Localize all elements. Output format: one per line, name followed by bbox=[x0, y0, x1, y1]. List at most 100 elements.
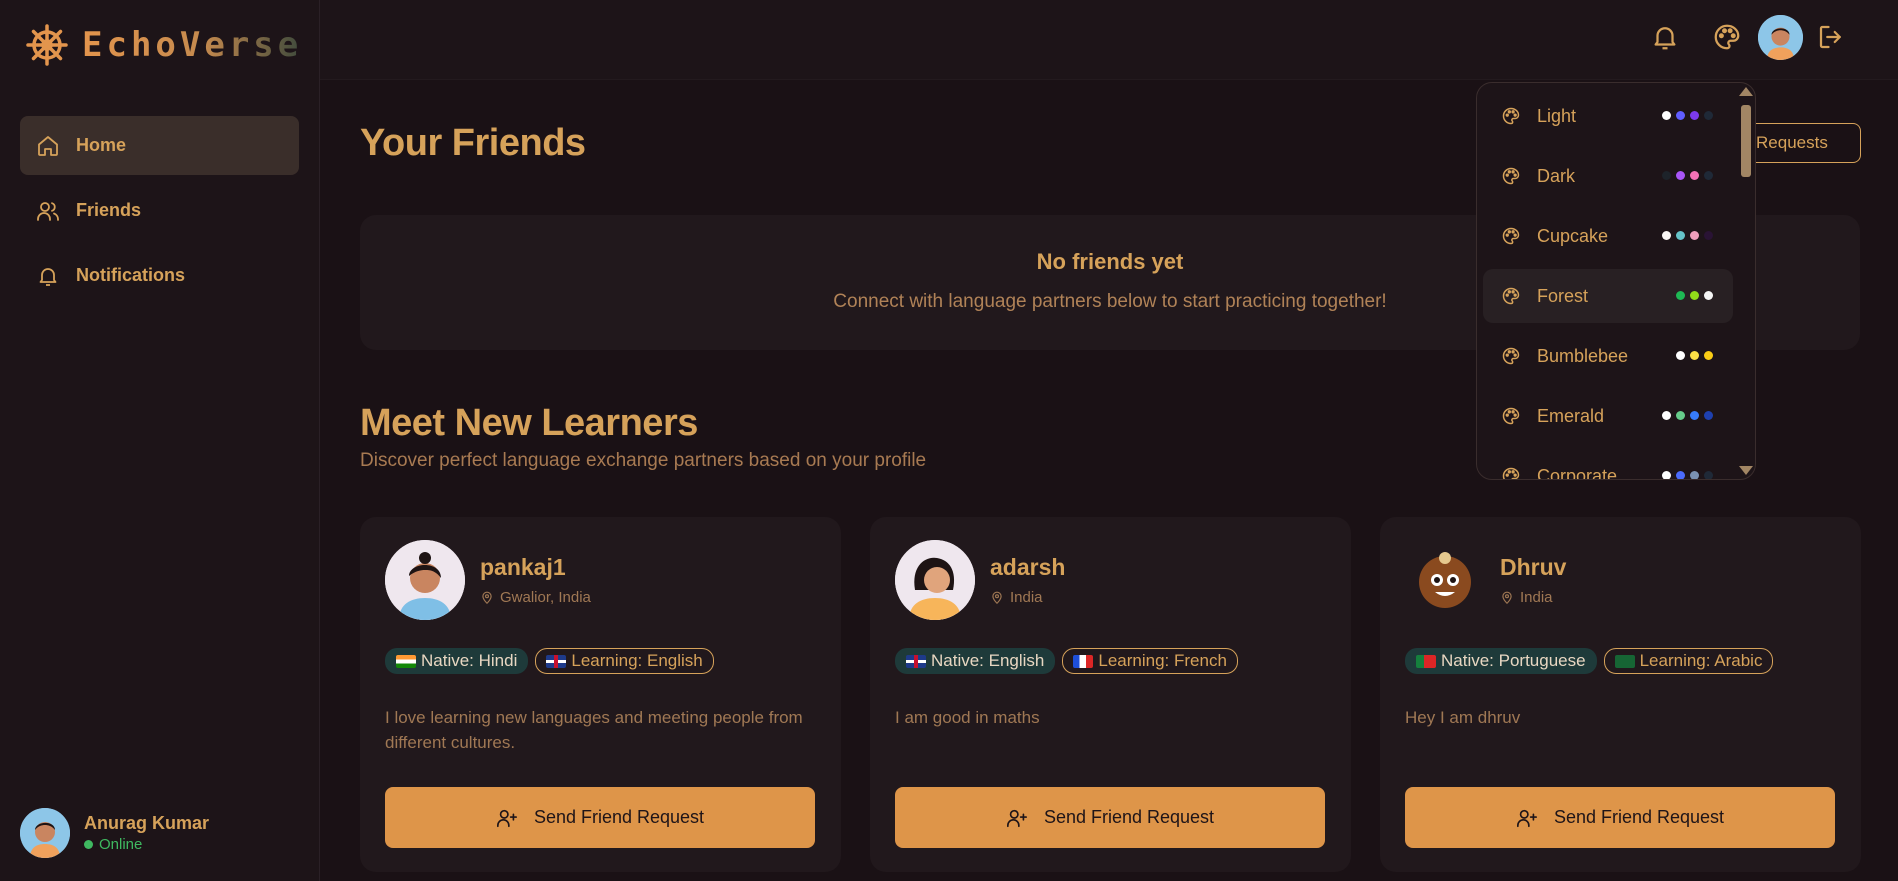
palette-icon bbox=[1502, 467, 1520, 479]
map-pin-icon bbox=[482, 591, 492, 604]
bell-icon[interactable] bbox=[1650, 22, 1680, 52]
sidebar: EchoVerse Home Friends Notifications Anu… bbox=[0, 0, 320, 881]
learner-bio: I love learning new languages and meetin… bbox=[385, 708, 803, 752]
learning-language-label: Learning: English bbox=[571, 651, 703, 670]
native-language-label: Native: English bbox=[931, 651, 1045, 670]
color-swatch bbox=[1676, 231, 1685, 240]
france-flag-icon bbox=[1073, 654, 1094, 668]
user-name: Anurag Kumar bbox=[84, 813, 210, 833]
theme-option-label: Dark bbox=[1537, 165, 1576, 186]
theme-option-dark[interactable]: Dark bbox=[1483, 149, 1733, 203]
send-friend-request-button[interactable]: Send Friend Request bbox=[895, 787, 1325, 848]
color-swatch bbox=[1676, 471, 1685, 479]
learning-language-badge: Learning: Arabic bbox=[1603, 648, 1774, 674]
theme-option-forest[interactable]: Forest bbox=[1483, 269, 1733, 323]
sidebar-item-notifications[interactable]: Notifications bbox=[20, 246, 299, 305]
current-user[interactable]: Anurag Kumar Online bbox=[20, 808, 209, 858]
theme-option-bumblebee[interactable]: Bumblebee bbox=[1483, 329, 1733, 383]
palette-icon bbox=[1502, 287, 1520, 305]
avatar bbox=[1405, 540, 1485, 620]
learner-location: Gwalior, India bbox=[480, 589, 591, 606]
palette-icon bbox=[1502, 107, 1520, 125]
color-swatch bbox=[1676, 411, 1685, 420]
palette-icon bbox=[1502, 407, 1520, 425]
color-swatch bbox=[1690, 291, 1699, 300]
scroll-down-arrow[interactable] bbox=[1739, 466, 1753, 475]
native-language-badge: Native: Hindi bbox=[385, 648, 529, 674]
color-swatch bbox=[1662, 111, 1671, 120]
scroll-up-arrow[interactable] bbox=[1739, 87, 1753, 96]
color-swatch bbox=[1704, 111, 1713, 120]
send-friend-request-button[interactable]: Send Friend Request bbox=[1405, 787, 1835, 848]
india-flag-icon bbox=[396, 654, 416, 668]
learner-location-label: India bbox=[1010, 589, 1043, 606]
sidebar-item-label: Home bbox=[76, 135, 127, 155]
color-swatch bbox=[1676, 291, 1685, 300]
color-swatch bbox=[1704, 291, 1713, 300]
brand[interactable]: EchoVerse bbox=[26, 24, 302, 66]
bell-icon bbox=[39, 267, 57, 286]
uk-flag-icon bbox=[906, 654, 926, 668]
color-swatch bbox=[1704, 171, 1713, 180]
color-swatch bbox=[1676, 351, 1685, 360]
sidebar-nav: Home Friends Notifications bbox=[20, 116, 299, 311]
language-badges: Native: English Learning: French bbox=[895, 648, 1238, 674]
theme-swatches bbox=[1662, 231, 1713, 240]
theme-swatches bbox=[1676, 291, 1713, 300]
learner-location-label: Gwalior, India bbox=[500, 589, 591, 606]
online-dot-icon bbox=[84, 840, 93, 849]
color-swatch bbox=[1662, 471, 1671, 479]
send-friend-request-button[interactable]: Send Friend Request bbox=[385, 787, 815, 848]
avatar bbox=[895, 540, 975, 620]
language-badges: Native: Portuguese Learning: Arabic bbox=[1405, 648, 1774, 674]
sidebar-item-home[interactable]: Home bbox=[20, 116, 299, 175]
send-friend-request-label: Send Friend Request bbox=[1043, 807, 1215, 827]
color-swatch bbox=[1704, 231, 1713, 240]
avatar bbox=[385, 540, 465, 620]
palette-icon[interactable] bbox=[1712, 22, 1742, 52]
native-language-label: Native: Hindi bbox=[421, 651, 518, 670]
saudi-flag-icon bbox=[1614, 654, 1635, 668]
color-swatch bbox=[1690, 471, 1699, 479]
color-swatch bbox=[1662, 411, 1671, 420]
learner-card: adarsh India Native: English Learning: F… bbox=[870, 517, 1351, 872]
avatar bbox=[20, 808, 70, 858]
color-swatch bbox=[1662, 171, 1671, 180]
color-swatch bbox=[1662, 231, 1671, 240]
scrollbar-thumb[interactable] bbox=[1741, 105, 1751, 177]
theme-option-label: Light bbox=[1537, 105, 1577, 126]
theme-swatches bbox=[1662, 471, 1713, 479]
color-swatch bbox=[1690, 411, 1699, 420]
color-swatch bbox=[1704, 351, 1713, 360]
theme-option-emerald[interactable]: Emerald bbox=[1483, 389, 1733, 443]
status-badge: Online bbox=[84, 836, 209, 853]
learner-name: pankaj1 bbox=[480, 554, 566, 580]
theme-option-cupcake[interactable]: Cupcake bbox=[1483, 209, 1733, 263]
home-icon bbox=[38, 135, 58, 156]
profile-avatar[interactable] bbox=[1758, 15, 1803, 60]
theme-option-light[interactable]: Light bbox=[1483, 89, 1733, 143]
theme-option-label: Cupcake bbox=[1537, 225, 1609, 246]
logout-icon[interactable] bbox=[1816, 22, 1846, 52]
learner-location: India bbox=[1500, 589, 1553, 606]
color-swatch bbox=[1690, 231, 1699, 240]
theme-option-label: Corporate bbox=[1537, 465, 1618, 480]
learner-name: adarsh bbox=[990, 554, 1066, 580]
color-swatch bbox=[1676, 111, 1685, 120]
palette-icon bbox=[1502, 227, 1520, 245]
sidebar-item-friends[interactable]: Friends bbox=[20, 181, 299, 240]
user-plus-icon bbox=[1516, 809, 1537, 827]
learning-language-label: Learning: Arabic bbox=[1639, 651, 1763, 670]
native-language-badge: Native: Portuguese bbox=[1405, 648, 1597, 674]
color-swatch bbox=[1704, 411, 1713, 420]
theme-option-corporate[interactable]: Corporate bbox=[1483, 449, 1733, 480]
theme-dropdown: Light Dark Cupcake Forest Bumblebee Emerald Co… bbox=[1476, 82, 1756, 480]
sidebar-item-label: Friends bbox=[76, 200, 142, 220]
theme-swatches bbox=[1662, 171, 1713, 180]
learner-card: Dhruv India Native: Portuguese Learning:… bbox=[1380, 517, 1861, 872]
uk-flag-icon bbox=[546, 654, 567, 668]
color-swatch bbox=[1690, 351, 1699, 360]
theme-swatches bbox=[1676, 351, 1713, 360]
brand-name: EchoVerse bbox=[82, 25, 303, 65]
user-plus-icon bbox=[1006, 809, 1027, 827]
